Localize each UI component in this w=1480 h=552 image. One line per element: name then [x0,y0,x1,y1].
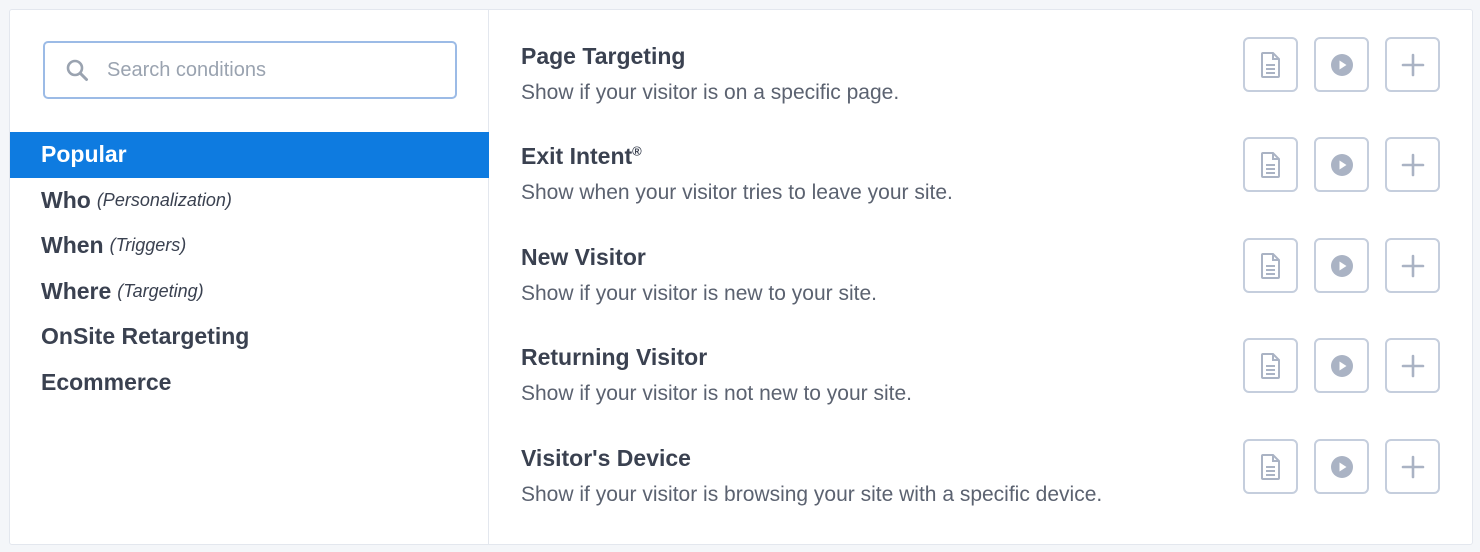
add-condition-button[interactable] [1385,37,1440,92]
details-button[interactable] [1243,238,1298,293]
category-sublabel: (Targeting) [117,280,204,301]
condition-row: Exit Intent® Show when your visitor tries… [521,137,1440,233]
category-onsite-retargeting[interactable]: OnSite Retargeting [10,314,489,360]
category-label: When [41,232,104,259]
category-label: OnSite Retargeting [41,323,250,350]
details-button[interactable] [1243,37,1298,92]
document-icon [1259,352,1283,380]
add-condition-button[interactable] [1385,238,1440,293]
condition-title: Visitor's Device [521,445,691,472]
preview-button[interactable] [1314,338,1369,393]
play-icon [1330,455,1354,479]
condition-description: Show when your visitor tries to leave yo… [521,181,953,204]
condition-description: Show if your visitor is on a specific pa… [521,81,900,104]
play-icon [1330,354,1354,378]
condition-row: Visitor's Device Show if your visitor is … [521,439,1440,535]
search-icon [65,58,89,82]
document-icon [1259,51,1283,79]
condition-title-text: Returning Visitor [521,344,708,370]
play-icon [1330,254,1354,278]
category-when[interactable]: When (Triggers) [10,223,489,269]
category-list: Popular Who (Personalization) When (Trig… [10,132,489,405]
condition-actions [1243,137,1440,192]
registered-mark: ® [632,143,642,159]
condition-title-text: Page Targeting [521,43,686,69]
document-icon [1259,252,1283,280]
preview-button[interactable] [1314,439,1369,494]
condition-title: Exit Intent® [521,143,642,170]
condition-description: Show if your visitor is not new to your … [521,382,912,405]
condition-title-text: Exit Intent [521,143,633,169]
category-sublabel: (Personalization) [96,189,232,210]
condition-row: Returning Visitor Show if your visitor is… [521,338,1440,434]
category-popular[interactable]: Popular [10,132,489,178]
document-icon [1259,453,1283,481]
condition-description: Show if your visitor is new to your site… [521,282,877,305]
details-button[interactable] [1243,338,1298,393]
preview-button[interactable] [1314,137,1369,192]
condition-title: Returning Visitor [521,344,707,371]
preview-button[interactable] [1314,37,1369,92]
condition-title: New Visitor [521,244,646,271]
condition-actions [1243,338,1440,393]
category-label: Where [41,277,112,304]
category-label: Popular [41,141,127,168]
category-ecommerce[interactable]: Ecommerce [10,360,489,406]
condition-actions [1243,439,1440,494]
search-input[interactable] [107,58,427,82]
condition-actions [1243,238,1440,293]
category-sidebar: Popular Who (Personalization) When (Trig… [10,10,489,544]
plus-icon [1401,153,1425,177]
condition-title: Page Targeting [521,43,685,70]
category-sublabel: (Triggers) [109,235,187,256]
plus-icon [1401,455,1425,479]
details-button[interactable] [1243,439,1298,494]
condition-actions [1243,37,1440,92]
plus-icon [1401,354,1425,378]
add-condition-button[interactable] [1385,137,1440,192]
conditions-panel: Popular Who (Personalization) When (Trig… [9,9,1473,545]
category-label: Who [41,186,91,213]
document-icon [1259,151,1283,179]
condition-row: Page Targeting Show if your visitor is on… [521,37,1440,133]
details-button[interactable] [1243,137,1298,192]
condition-description: Show if your visitor is browsing your si… [521,483,1103,506]
plus-icon [1401,254,1425,278]
preview-button[interactable] [1314,238,1369,293]
add-condition-button[interactable] [1385,439,1440,494]
category-where[interactable]: Where (Targeting) [10,269,489,315]
category-who[interactable]: Who (Personalization) [10,178,489,224]
play-icon [1330,53,1354,77]
category-label: Ecommerce [41,368,172,395]
condition-title-text: Visitor's Device [521,445,691,471]
plus-icon [1401,53,1425,77]
play-icon [1330,153,1354,177]
search-box[interactable] [43,41,457,99]
condition-row: New Visitor Show if your visitor is new t… [521,238,1440,334]
add-condition-button[interactable] [1385,338,1440,393]
condition-title-text: New Visitor [521,244,646,270]
condition-list: Page Targeting Show if your visitor is on… [489,10,1472,544]
